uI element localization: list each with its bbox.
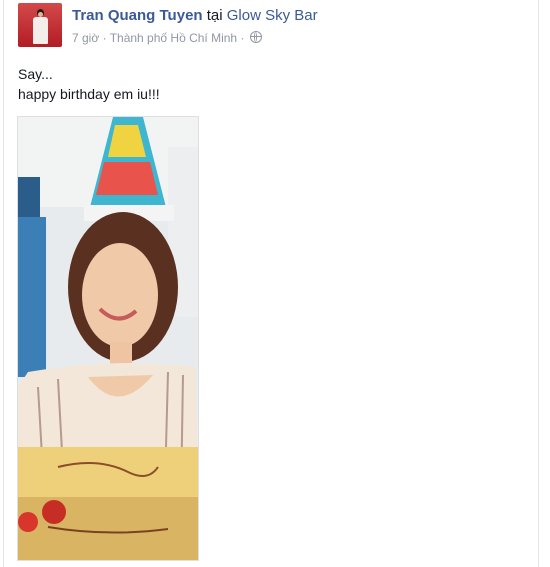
author-avatar[interactable]	[18, 3, 62, 47]
avatar-figure-body	[33, 17, 48, 44]
city-link[interactable]: Thành phố Hồ Chí Minh	[110, 31, 237, 45]
post-meta: 7 giờ · Thành phố Hồ Chí Minh ·	[72, 31, 262, 45]
timestamp-link[interactable]: 7 giờ	[72, 31, 99, 45]
meta-separator-2: ·	[240, 31, 245, 45]
globe-icon[interactable]	[249, 31, 262, 43]
meta-separator: ·	[102, 31, 107, 45]
place-link[interactable]: Glow Sky Bar	[227, 7, 318, 24]
at-word: tại	[206, 7, 223, 24]
post-message-line: happy birthday em iu!!!	[18, 86, 160, 102]
photo-illustration	[18, 117, 198, 560]
avatar-figure-face	[38, 12, 43, 17]
post-message: Say... happy birthday em iu!!!	[18, 64, 160, 104]
feed-post: Tran Quang Tuyen tại Glow Sky Bar 7 giờ …	[0, 0, 550, 567]
post-message-line: Say...	[18, 66, 53, 82]
post-photo[interactable]	[17, 116, 199, 561]
author-name-link[interactable]: Tran Quang Tuyen	[72, 7, 203, 24]
post-header: Tran Quang Tuyen tại Glow Sky Bar 7 giờ …	[18, 3, 538, 47]
post-title-line: Tran Quang Tuyen tại Glow Sky Bar	[72, 7, 318, 24]
